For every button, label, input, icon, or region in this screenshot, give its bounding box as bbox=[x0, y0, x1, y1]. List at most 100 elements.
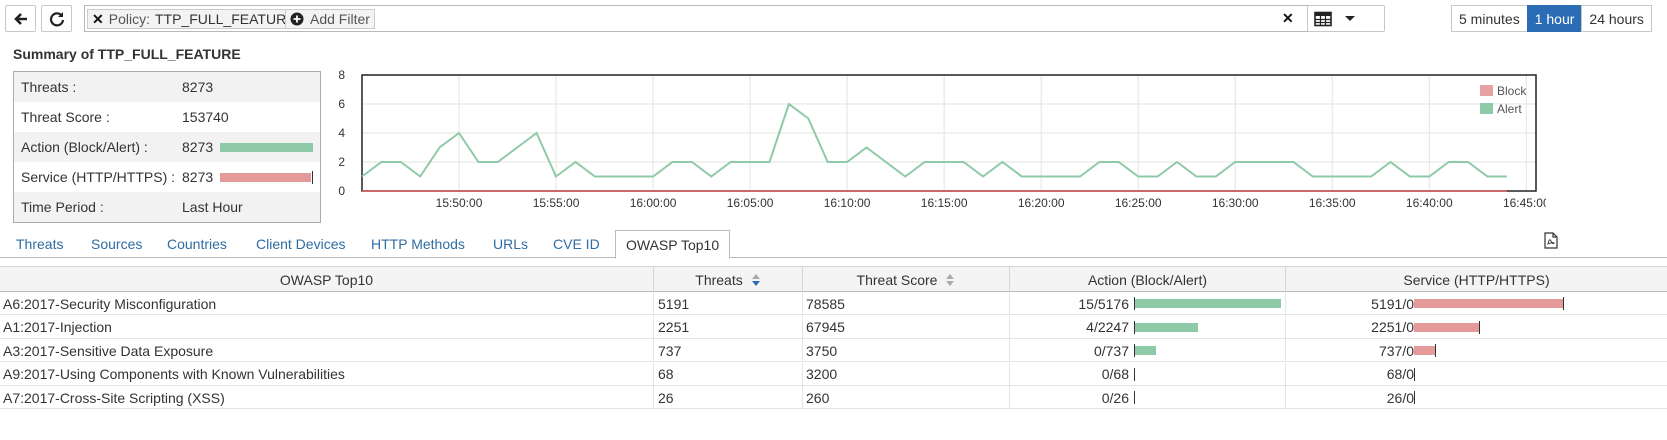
add-filter-button[interactable]: Add Filter bbox=[285, 9, 375, 29]
summary-key: Threat Score : bbox=[21, 109, 110, 125]
summary-row-service: Service (HTTP/HTTPS) : 8273 bbox=[14, 162, 320, 192]
column-header-owasp[interactable]: OWASP Top10 bbox=[0, 267, 654, 292]
time-range-5-minutes[interactable]: 5 minutes bbox=[1451, 5, 1528, 32]
clear-filter-button[interactable]: ✕ bbox=[1282, 10, 1294, 27]
chart-legend-label-block: Block bbox=[1497, 84, 1527, 98]
chart-y-tick-label: 8 bbox=[338, 70, 345, 82]
chart-x-tick-label: 16:35:00 bbox=[1309, 196, 1356, 210]
action-value: 4/2247 bbox=[1086, 319, 1129, 335]
table-row[interactable]: A3:2017-Sensitive Data Exposure 737 3750 0/… bbox=[0, 339, 1667, 362]
threats-cell: 26 bbox=[654, 386, 803, 409]
service-bar bbox=[1414, 322, 1479, 332]
table-row[interactable]: A6:2017-Security Misconfiguration 5191 785… bbox=[0, 292, 1667, 315]
chart-y-tick-label: 2 bbox=[338, 155, 345, 169]
action-summary-bar bbox=[220, 143, 313, 152]
action-cell: 0/26 bbox=[1010, 386, 1286, 409]
plus-circle-icon bbox=[290, 12, 304, 26]
chart-x-tick-label: 16:05:00 bbox=[727, 196, 774, 210]
action-bar bbox=[1135, 346, 1156, 355]
service-bar bbox=[1414, 346, 1435, 355]
chart-y-tick-label: 4 bbox=[338, 126, 345, 140]
table-row[interactable]: A9:2017-Using Components with Known Vuln… bbox=[0, 362, 1667, 386]
summary-key: Threats : bbox=[21, 79, 77, 95]
tab-owasp-top10[interactable]: OWASP Top10 bbox=[615, 230, 731, 259]
summary-row-time-period: Time Period : Last Hour bbox=[14, 192, 320, 222]
summary-row-threat-score: Threat Score : 153740 bbox=[14, 102, 320, 132]
view-toggle-button[interactable] bbox=[1307, 5, 1385, 32]
tab-http-methods[interactable]: HTTP Methods bbox=[371, 236, 465, 252]
threat-score-cell: 67945 bbox=[803, 315, 1010, 339]
add-filter-label: Add Filter bbox=[310, 11, 370, 27]
service-summary-tick bbox=[312, 171, 313, 184]
column-header-action[interactable]: Action (Block/Alert) bbox=[1010, 267, 1286, 292]
chart-y-tick-label: 0 bbox=[338, 184, 345, 198]
threat-score-cell: 3200 bbox=[803, 362, 1010, 386]
action-bar-start bbox=[1134, 367, 1135, 381]
table-row[interactable]: A1:2017-Injection 2251 67945 4/2247 2251/0 bbox=[0, 315, 1667, 339]
threats-line-chart: 15:50:00 15:55:00 16:00:00 16:05:00 16:10:00… bbox=[338, 70, 1546, 210]
time-range-1-hour[interactable]: 1 hour bbox=[1526, 5, 1583, 32]
service-value: 68/0 bbox=[1386, 366, 1414, 382]
threats-cell: 68 bbox=[654, 362, 803, 386]
threats-cell: 5191 bbox=[654, 292, 803, 315]
caret-down-icon bbox=[1345, 15, 1355, 21]
sort-desc-icon bbox=[751, 273, 760, 286]
chart-x-tick-label: 16:45:00 bbox=[1503, 196, 1546, 210]
service-value: 737/0 bbox=[1378, 342, 1414, 359]
summary-panel: Threats : 8273 Threat Score : 153740 Act… bbox=[13, 71, 321, 223]
table-row[interactable]: A7:2017-Cross-Site Scripting (XSS) 26 260 0… bbox=[0, 386, 1667, 409]
service-cell: 68/0 bbox=[1286, 363, 1667, 386]
owasp-category-cell: A1:2017-Injection bbox=[0, 315, 654, 339]
service-cell: 2251/0 bbox=[1286, 316, 1667, 339]
tab-countries[interactable]: Countries bbox=[167, 236, 227, 252]
chart-x-tick-label: 16:30:00 bbox=[1212, 196, 1259, 210]
chart-x-tick-label: 16:40:00 bbox=[1406, 196, 1453, 210]
column-header-threats[interactable]: Threats bbox=[654, 267, 803, 292]
close-icon[interactable]: ✕ bbox=[92, 11, 104, 28]
service-bar-end bbox=[1414, 367, 1415, 381]
service-summary-bar bbox=[220, 173, 311, 182]
chart-x-tick-label: 16:10:00 bbox=[824, 196, 871, 210]
service-bar-end bbox=[1563, 297, 1564, 310]
owasp-category-cell: A9:2017-Using Components with Known Vuln… bbox=[0, 362, 654, 386]
chart-x-tick-label: 16:20:00 bbox=[1018, 196, 1065, 210]
tab-cve-id[interactable]: CVE ID bbox=[553, 236, 600, 252]
chart-legend-swatch-alert bbox=[1480, 103, 1493, 114]
summary-row-threats: Threats : 8273 bbox=[14, 72, 320, 102]
summary-key: Action (Block/Alert) : bbox=[21, 139, 148, 155]
tab-urls[interactable]: URLs bbox=[493, 236, 528, 252]
refresh-icon bbox=[49, 11, 64, 26]
service-cell: 26/0 bbox=[1286, 386, 1667, 409]
policy-filter-value: TTP_FULL_FEATURE bbox=[154, 11, 296, 27]
summary-key: Service (HTTP/HTTPS) : bbox=[21, 169, 176, 185]
summary-value: 153740 bbox=[182, 109, 229, 125]
service-bar-end bbox=[1479, 320, 1480, 334]
owasp-category-cell: A3:2017-Sensitive Data Exposure bbox=[0, 339, 654, 362]
filter-bar[interactable]: ✕ Policy: TTP_FULL_FEATURE Add Filter ✕ bbox=[84, 5, 1381, 32]
refresh-button[interactable] bbox=[41, 5, 72, 32]
tab-sources[interactable]: Sources bbox=[91, 236, 142, 252]
action-value: 0/68 bbox=[1101, 366, 1129, 382]
service-value: 5191/0 bbox=[1371, 295, 1414, 312]
chart-x-tick-label: 16:15:00 bbox=[921, 196, 968, 210]
summary-value: 8273 bbox=[182, 79, 214, 95]
column-header-service[interactable]: Service (HTTP/HTTPS) bbox=[1286, 267, 1667, 292]
chart-legend-swatch-block bbox=[1480, 85, 1493, 96]
tab-threats[interactable]: Threats bbox=[16, 236, 63, 252]
threat-score-cell: 260 bbox=[803, 386, 1010, 409]
table-header: OWASP Top10 Threats Threat Score Action … bbox=[0, 266, 1667, 292]
chart-legend-label-alert: Alert bbox=[1497, 102, 1522, 116]
policy-filter-chip: ✕ Policy: TTP_FULL_FEATURE bbox=[87, 9, 301, 29]
action-cell: 0/737 bbox=[1010, 339, 1286, 362]
pdf-icon[interactable] bbox=[1544, 232, 1558, 249]
threat-score-cell: 78585 bbox=[803, 292, 1010, 315]
owasp-category-cell: A7:2017-Cross-Site Scripting (XSS) bbox=[0, 386, 654, 409]
column-header-threat-score[interactable]: Threat Score bbox=[803, 267, 1010, 292]
back-button[interactable] bbox=[5, 5, 36, 32]
time-range-24-hours[interactable]: 24 hours bbox=[1581, 5, 1652, 32]
time-range-group: 5 minutes 1 hour 24 hours bbox=[1451, 5, 1652, 32]
action-value: 0/737 bbox=[1093, 342, 1129, 359]
tab-client-devices[interactable]: Client Devices bbox=[256, 236, 345, 252]
chart-x-tick-label: 15:55:00 bbox=[533, 196, 580, 210]
arrow-left-icon bbox=[13, 12, 27, 25]
